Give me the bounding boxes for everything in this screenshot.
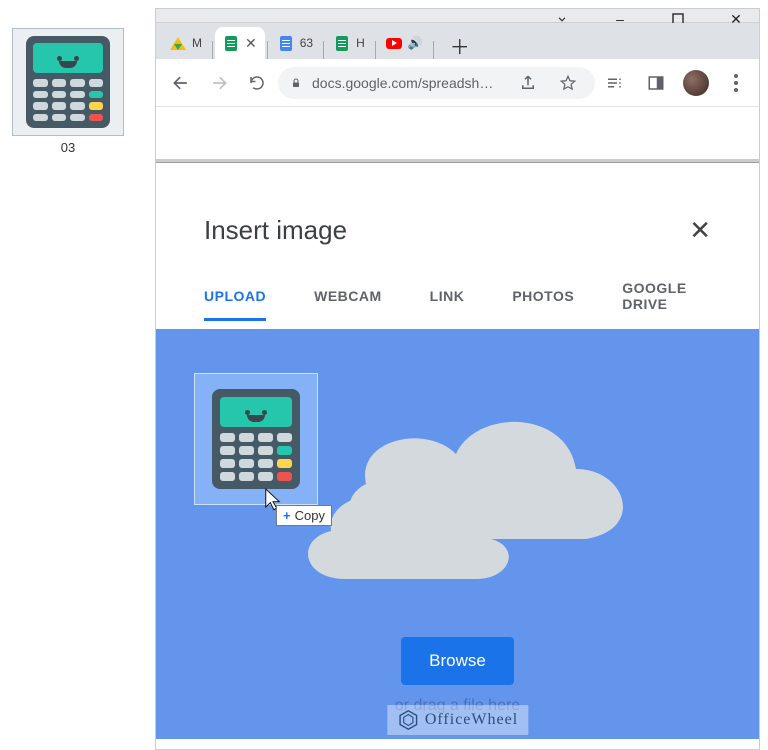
reading-list-icon[interactable] <box>599 68 629 98</box>
upload-dropzone[interactable]: + Copy Browse or drag a file here Office… <box>156 329 759 739</box>
lock-icon <box>290 76 302 90</box>
url-field[interactable]: docs.google.com/spreadsh… <box>278 67 595 99</box>
browser-tab-sheets-active[interactable]: ✕ <box>215 27 265 59</box>
browser-window: – ✕ M ✕ 63 H 🔊 ＋ <box>155 8 760 750</box>
nav-reload-button[interactable] <box>240 66 274 100</box>
modal-tab-upload[interactable]: UPLOAD <box>204 274 266 321</box>
calculator-icon <box>26 36 110 128</box>
tab-label: M <box>192 36 202 50</box>
modal-tab-photos[interactable]: PHOTOS <box>512 274 574 321</box>
watermark: OfficeWheel <box>387 705 528 735</box>
officewheel-logo-icon <box>397 709 419 731</box>
drag-preview-thumbnail <box>194 373 318 505</box>
bookmark-star-icon[interactable] <box>553 68 583 98</box>
insert-image-modal: Insert image ✕ UPLOAD WEBCAM LINK PHOTOS… <box>156 163 759 749</box>
url-text: docs.google.com/spreadsh… <box>312 75 503 91</box>
drive-icon <box>170 35 186 51</box>
modal-tab-google-drive[interactable]: GOOGLE DRIVE <box>622 266 711 329</box>
drag-copy-badge: + Copy <box>276 505 332 526</box>
youtube-icon <box>386 35 402 51</box>
browser-tab-sheets[interactable]: H <box>326 27 373 59</box>
new-tab-button[interactable]: ＋ <box>446 31 474 59</box>
watermark-text: OfficeWheel <box>425 711 518 729</box>
nav-forward-button[interactable] <box>202 66 236 100</box>
profile-avatar[interactable] <box>683 70 709 96</box>
docs-icon <box>278 35 294 51</box>
tab-close-button[interactable]: ✕ <box>245 35 257 52</box>
sheets-icon <box>223 35 239 51</box>
page-content: Insert image ✕ UPLOAD WEBCAM LINK PHOTOS… <box>156 107 759 749</box>
modal-title: Insert image <box>204 215 347 246</box>
plus-icon: + <box>283 508 291 523</box>
share-icon[interactable] <box>513 68 543 98</box>
side-panel-icon[interactable] <box>641 68 671 98</box>
modal-tabstrip: UPLOAD WEBCAM LINK PHOTOS GOOGLE DRIVE <box>156 266 759 329</box>
tab-label: 63 <box>300 36 313 50</box>
browse-button[interactable]: Browse <box>401 637 514 685</box>
browser-tab-docs[interactable]: 63 <box>270 27 321 59</box>
modal-tab-webcam[interactable]: WEBCAM <box>314 274 382 321</box>
nav-back-button[interactable] <box>164 66 198 100</box>
modal-tab-link[interactable]: LINK <box>430 274 465 321</box>
calculator-icon <box>212 389 300 489</box>
address-bar: docs.google.com/spreadsh… <box>156 59 759 107</box>
chrome-menu-icon[interactable] <box>721 68 751 98</box>
audio-playing-icon: 🔊 <box>408 36 423 50</box>
desktop-file-label: 03 <box>12 140 124 155</box>
tab-strip: M ✕ 63 H 🔊 ＋ <box>156 23 759 59</box>
browser-tab-drive[interactable]: M <box>162 27 210 59</box>
browser-tab-youtube[interactable]: 🔊 <box>378 27 431 59</box>
desktop-file-thumb <box>12 28 124 136</box>
tab-label: H <box>356 36 365 50</box>
copy-badge-label: Copy <box>295 508 325 523</box>
desktop-file[interactable]: 03 <box>12 28 124 155</box>
modal-close-button[interactable]: ✕ <box>689 215 711 246</box>
sheets-icon <box>334 35 350 51</box>
